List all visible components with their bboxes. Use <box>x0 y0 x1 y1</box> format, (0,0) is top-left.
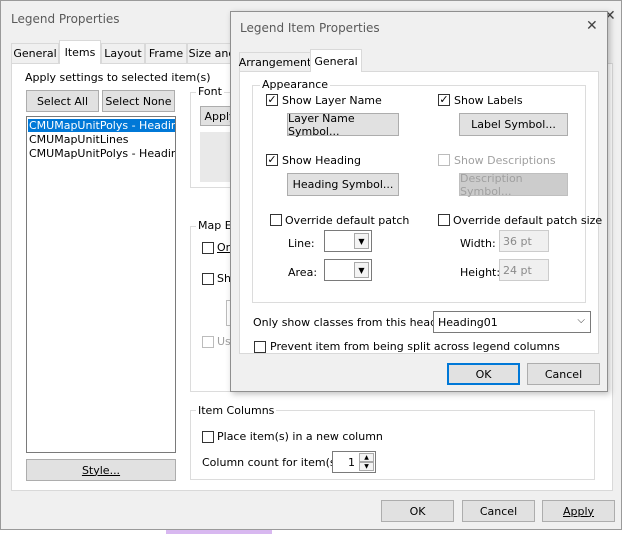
apply-settings-label: Apply settings to selected item(s) <box>25 71 211 84</box>
legend-item-properties-dialog: Legend Item Properties ✕ Arrangement Gen… <box>230 11 608 392</box>
tab-arrangement[interactable]: Arrangement <box>239 52 311 72</box>
area-label: Area: <box>288 266 318 279</box>
purple-strip <box>166 530 272 534</box>
items-list[interactable]: CMUMapUnitPolys - Heading01 CMUMapUnitLi… <box>26 116 176 453</box>
override-patch-label: Override default patch <box>285 214 410 227</box>
height-field[interactable]: 24 pt <box>499 259 549 281</box>
area-patch-dropdown[interactable]: ▼ <box>324 259 372 281</box>
show-heading-checkbox[interactable]: ✓ <box>266 154 278 166</box>
override-patch-size-checkbox[interactable] <box>438 214 450 226</box>
only-checkbox[interactable] <box>202 242 214 254</box>
description-symbol-button[interactable]: Description Symbol... <box>459 172 568 198</box>
chevron-down-icon: ▼ <box>354 233 369 249</box>
style-button-label: Style... <box>81 463 121 477</box>
show-checkbox[interactable] <box>202 273 214 285</box>
show-heading-label: Show Heading <box>282 154 361 167</box>
legend-properties-title: Legend Properties <box>11 12 120 26</box>
tab-general-item[interactable]: General <box>310 49 362 72</box>
back-cancel-button[interactable]: Cancel <box>462 500 535 522</box>
line-patch-dropdown[interactable]: ▼ <box>324 230 372 252</box>
general-tab-panel: Appearance ✓ Show Layer Name Layer Name … <box>239 71 603 354</box>
heading-symbol-button[interactable]: Heading Symbol... <box>287 173 399 196</box>
override-patch-checkbox[interactable] <box>270 214 282 226</box>
list-item[interactable]: CMUMapUnitPolys - Heading01 <box>28 119 175 132</box>
back-ok-button[interactable]: OK <box>381 500 454 522</box>
override-patch-size-label: Override default patch size <box>453 214 603 227</box>
column-count-label: Column count for item(s) <box>202 456 340 469</box>
show-descriptions-checkbox[interactable] <box>438 154 450 166</box>
height-value: 24 pt <box>503 264 532 277</box>
chevron-down-icon: ⌵ <box>577 315 585 326</box>
appearance-label: Appearance <box>260 78 331 91</box>
item-columns-group <box>190 410 595 480</box>
tab-layout[interactable]: Layout <box>101 43 145 63</box>
select-all-button[interactable]: Select All <box>26 90 99 112</box>
spin-up-icon[interactable]: ▲ <box>359 453 374 462</box>
width-value: 36 pt <box>503 235 532 248</box>
prevent-split-checkbox[interactable] <box>254 341 266 353</box>
tab-frame[interactable]: Frame <box>145 43 187 63</box>
show-layer-name-checkbox[interactable]: ✓ <box>266 94 278 106</box>
heading-dropdown[interactable]: Heading01 ⌵ <box>433 311 591 333</box>
show-labels-label: Show Labels <box>454 94 523 107</box>
style-button[interactable]: Style... <box>26 459 176 481</box>
legend-item-properties-title: Legend Item Properties <box>240 21 380 35</box>
heading-dropdown-value: Heading01 <box>438 316 498 329</box>
font-group-label: Font <box>196 85 224 98</box>
chevron-down-icon: ▼ <box>354 262 369 278</box>
new-column-label: Place item(s) in a new column <box>217 430 383 443</box>
item-columns-label: Item Columns <box>196 404 277 417</box>
use-checkbox[interactable] <box>202 336 214 348</box>
show-layer-name-label: Show Layer Name <box>282 94 382 107</box>
label-symbol-button[interactable]: Label Symbol... <box>459 113 568 136</box>
front-cancel-button[interactable]: Cancel <box>527 363 600 385</box>
list-item[interactable]: CMUMapUnitPolys - Heading02 <box>29 147 175 160</box>
list-item[interactable]: CMUMapUnitLines <box>29 133 128 146</box>
spin-down-icon[interactable]: ▼ <box>359 462 374 471</box>
show-labels-checkbox[interactable]: ✓ <box>438 94 450 106</box>
line-label: Line: <box>288 237 315 250</box>
column-count-stepper[interactable]: 1 ▲ ▼ <box>332 451 376 473</box>
new-column-checkbox[interactable] <box>202 431 214 443</box>
select-none-button[interactable]: Select None <box>102 90 175 112</box>
show-descriptions-label: Show Descriptions <box>454 154 556 167</box>
back-apply-button[interactable]: Apply <box>542 500 615 522</box>
tab-items[interactable]: Items <box>59 40 101 64</box>
front-close-icon[interactable]: ✕ <box>586 18 598 34</box>
width-field[interactable]: 36 pt <box>499 230 549 252</box>
prevent-split-label: Prevent item from being split across leg… <box>270 340 560 353</box>
only-show-classes-label: Only show classes from this heading: <box>253 316 458 329</box>
height-label: Height: <box>460 266 501 279</box>
front-ok-button[interactable]: OK <box>447 363 520 385</box>
column-count-value: 1 <box>348 456 355 469</box>
layer-name-symbol-button[interactable]: Layer Name Symbol... <box>287 112 399 138</box>
width-label: Width: <box>460 237 496 250</box>
tab-general[interactable]: General <box>11 43 59 63</box>
apply-button-label: Apply <box>562 504 595 518</box>
